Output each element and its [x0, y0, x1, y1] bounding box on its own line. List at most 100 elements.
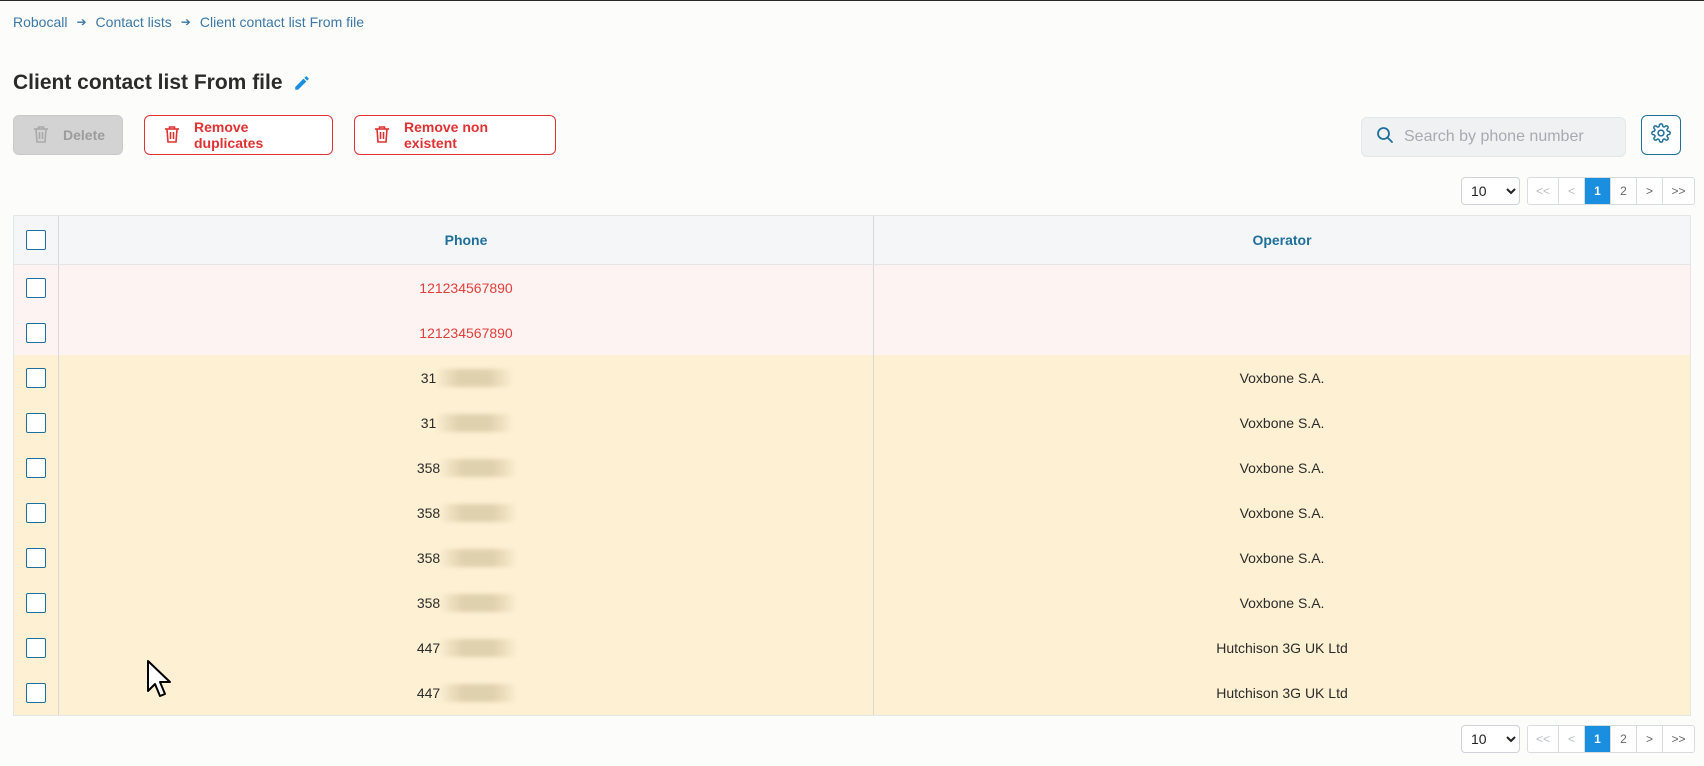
- row-checkbox[interactable]: [26, 592, 46, 613]
- first-page-button[interactable]: <<: [1528, 726, 1559, 752]
- operator-cell: Hutchison 3G UK Ltd: [1216, 684, 1348, 701]
- phone-cell: 447: [59, 625, 874, 670]
- trash-icon: [374, 125, 390, 146]
- prev-page-button[interactable]: <: [1559, 726, 1585, 752]
- phone-cell: 358: [59, 535, 874, 580]
- page-button-2[interactable]: 2: [1611, 178, 1637, 204]
- arrow-right-icon: ➔: [76, 15, 87, 29]
- page-buttons: << < 1 2 > >>: [1527, 725, 1695, 753]
- trash-icon: [33, 125, 49, 146]
- phone-cell: 121234567890: [59, 265, 874, 310]
- redacted-digits: [441, 548, 516, 567]
- row-checkbox-cell: [14, 580, 59, 625]
- row-checkbox-cell: [14, 310, 59, 355]
- redacted-digits: [441, 593, 516, 612]
- table-row[interactable]: 447 Hutchison 3G UK Ltd: [14, 670, 1690, 715]
- redacted-digits: [441, 458, 516, 477]
- operator-cell: Voxbone S.A.: [1239, 369, 1325, 386]
- search-icon: [1376, 126, 1394, 149]
- last-page-button[interactable]: >>: [1663, 178, 1694, 204]
- toolbar: Delete Remove duplicates Remove non exis…: [13, 115, 556, 155]
- breadcrumb-robocall[interactable]: Robocall: [13, 14, 67, 30]
- table-header: Phone Operator: [14, 216, 1690, 265]
- operator-cell: Voxbone S.A.: [1239, 459, 1325, 476]
- row-checkbox[interactable]: [26, 412, 46, 433]
- prev-page-button[interactable]: <: [1559, 178, 1585, 204]
- phone-number: 447: [416, 639, 441, 656]
- phone-cell: 358: [59, 580, 874, 625]
- phone-number: 121234567890: [419, 324, 513, 341]
- row-checkbox-cell: [14, 265, 59, 310]
- row-checkbox-cell: [14, 625, 59, 670]
- row-checkbox-cell: [14, 535, 59, 580]
- row-checkbox[interactable]: [26, 367, 46, 388]
- row-checkbox[interactable]: [26, 277, 46, 298]
- table-row[interactable]: 358 Voxbone S.A.: [14, 580, 1690, 625]
- breadcrumb: Robocall ➔ Contact lists ➔ Client contac…: [13, 14, 364, 30]
- row-checkbox[interactable]: [26, 547, 46, 568]
- redacted-digits: [441, 683, 516, 702]
- table-row[interactable]: 121234567890: [14, 265, 1690, 310]
- page-button-1[interactable]: 1: [1585, 178, 1611, 204]
- operator-cell: [874, 265, 1690, 310]
- pencil-icon[interactable]: [292, 73, 312, 93]
- first-page-button[interactable]: <<: [1528, 178, 1559, 204]
- phone-number: 31: [420, 414, 437, 431]
- phone-number: 358: [416, 594, 441, 611]
- page-button-2[interactable]: 2: [1611, 726, 1637, 752]
- redacted-digits: [437, 413, 512, 432]
- column-header-phone[interactable]: Phone: [59, 216, 874, 264]
- table-row[interactable]: 358 Voxbone S.A.: [14, 445, 1690, 490]
- header-checkbox-cell: [14, 216, 59, 264]
- search-box: [1361, 117, 1626, 157]
- row-checkbox[interactable]: [26, 682, 46, 703]
- remove-duplicates-label: Remove duplicates: [194, 119, 264, 151]
- row-checkbox-cell: [14, 400, 59, 445]
- next-page-button[interactable]: >: [1637, 726, 1663, 752]
- column-header-operator[interactable]: Operator: [874, 216, 1690, 264]
- table-row[interactable]: 358 Voxbone S.A.: [14, 535, 1690, 580]
- mouse-cursor-icon: [146, 659, 174, 706]
- table-row[interactable]: 31 Voxbone S.A.: [14, 400, 1690, 445]
- operator-cell: Voxbone S.A.: [1239, 549, 1325, 566]
- row-checkbox[interactable]: [26, 322, 46, 343]
- page-size-select[interactable]: 10: [1461, 725, 1520, 753]
- row-checkbox[interactable]: [26, 637, 46, 658]
- page-size-select[interactable]: 10: [1461, 177, 1520, 205]
- operator-cell: [874, 310, 1690, 355]
- row-checkbox[interactable]: [26, 502, 46, 523]
- operator-cell: Voxbone S.A.: [1239, 504, 1325, 521]
- search-input[interactable]: [1404, 128, 1614, 146]
- remove-non-existent-button[interactable]: Remove non existent: [354, 115, 556, 155]
- last-page-button[interactable]: >>: [1663, 726, 1694, 752]
- remove-non-existent-label: Remove non existent: [404, 119, 489, 151]
- redacted-digits: [437, 368, 512, 387]
- redacted-digits: [441, 503, 516, 522]
- phone-number: 447: [416, 684, 441, 701]
- page-title: Client contact list From file: [13, 71, 283, 94]
- phone-number: 31: [420, 369, 437, 386]
- remove-duplicates-button[interactable]: Remove duplicates: [144, 115, 333, 155]
- table-row[interactable]: 358 Voxbone S.A.: [14, 490, 1690, 535]
- row-checkbox[interactable]: [26, 457, 46, 478]
- breadcrumb-contact-lists[interactable]: Contact lists: [96, 14, 172, 30]
- row-checkbox-cell: [14, 355, 59, 400]
- select-all-checkbox[interactable]: [26, 230, 46, 250]
- contacts-table: Phone Operator 121234567890 121234567890 3…: [13, 215, 1691, 716]
- delete-button[interactable]: Delete: [13, 115, 123, 155]
- breadcrumb-current: Client contact list From file: [199, 14, 365, 30]
- next-page-button[interactable]: >: [1637, 178, 1663, 204]
- settings-button[interactable]: [1641, 115, 1681, 155]
- row-checkbox-cell: [14, 445, 59, 490]
- phone-number: 358: [416, 504, 441, 521]
- table-row[interactable]: 31 Voxbone S.A.: [14, 355, 1690, 400]
- page-button-1[interactable]: 1: [1585, 726, 1611, 752]
- page-title-container: Client contact list From file: [13, 71, 312, 95]
- phone-number: 358: [416, 459, 441, 476]
- phone-cell: 358: [59, 490, 874, 535]
- table-row[interactable]: 447 Hutchison 3G UK Ltd: [14, 625, 1690, 670]
- operator-cell: Hutchison 3G UK Ltd: [1216, 639, 1348, 656]
- redacted-digits: [441, 638, 516, 657]
- phone-number: 121234567890: [419, 279, 513, 296]
- table-row[interactable]: 121234567890: [14, 310, 1690, 355]
